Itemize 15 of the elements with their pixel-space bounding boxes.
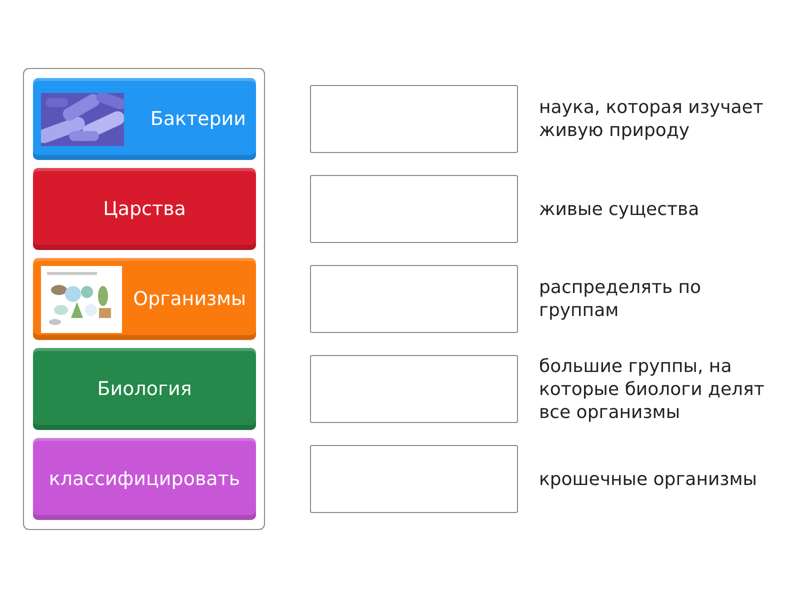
definition-text: живые существа: [539, 198, 700, 220]
answer-card[interactable]: Бактерии: [33, 78, 256, 160]
drop-box[interactable]: [310, 265, 518, 333]
answer-card[interactable]: Организмы: [33, 258, 256, 340]
drop-box[interactable]: [310, 175, 518, 243]
definition-text: распределять по группам: [539, 276, 702, 322]
definition-text: крошечные организмы: [539, 468, 758, 490]
definition-text: наука, которая изучает живую природу: [539, 96, 764, 142]
answer-card[interactable]: классифицировать: [33, 438, 256, 520]
drop-box[interactable]: [310, 85, 518, 153]
answer-card[interactable]: Царства: [33, 168, 256, 250]
drop-box[interactable]: [310, 355, 518, 423]
definition-text: большие группы, на которые биологи делят все организмы: [539, 354, 766, 424]
drop-box[interactable]: [310, 445, 518, 513]
answer-card[interactable]: Биология: [33, 348, 256, 430]
